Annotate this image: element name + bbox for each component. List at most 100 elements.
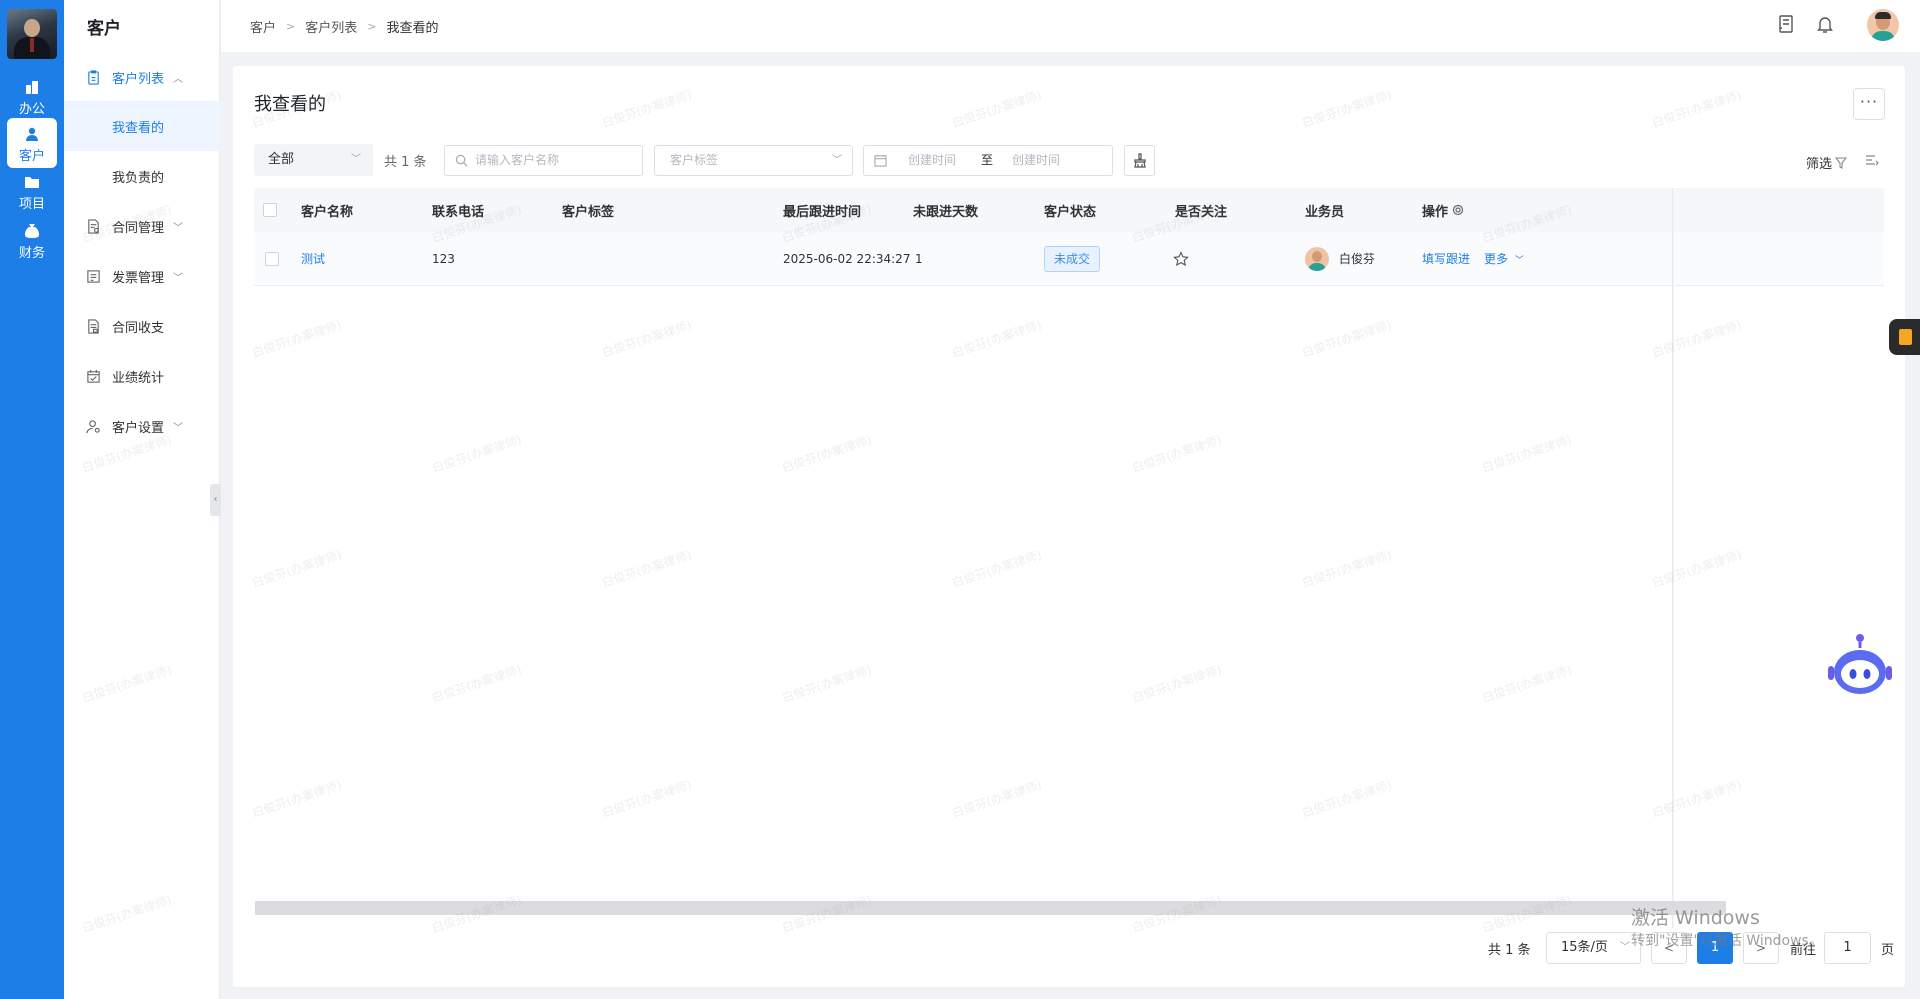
top-bar: 客户 > 客户列表 > 我查看的	[221, 0, 1920, 52]
date-end-placeholder: 创建时间	[1012, 153, 1061, 167]
invoice-icon	[87, 269, 100, 283]
goto-page-input[interactable]: 1	[1824, 932, 1871, 964]
follow-star-cell[interactable]	[1173, 232, 1189, 285]
sidebar-item-contract-finance[interactable]: 合同收支	[64, 301, 220, 351]
windows-activation-subtitle: 转到"设置"以激活 Windows。	[1631, 933, 1823, 949]
rail-item-project[interactable]: 项目	[7, 166, 57, 216]
column-header: 联系电话	[432, 204, 485, 220]
row-checkbox[interactable]	[265, 251, 279, 266]
column-header: 客户名称	[301, 204, 354, 220]
horizontal-scrollbar[interactable]	[255, 901, 1726, 915]
breadcrumb-item[interactable]: 客户	[250, 17, 276, 36]
chevron-right-icon: >	[286, 20, 296, 33]
customer-name-link[interactable]: 测试	[301, 232, 325, 285]
chevron-left-icon: ‹	[213, 494, 218, 505]
breadcrumb-item[interactable]: 客户列表	[305, 17, 357, 36]
chevron-down-icon: ﹀	[173, 222, 184, 234]
chevron-down-icon: ﹀	[1514, 256, 1524, 266]
created-date-range[interactable]: 创建时间 至 创建时间	[863, 145, 1113, 176]
sidebar-item-label: 发票管理	[112, 270, 165, 286]
app-logo	[7, 9, 57, 59]
column-header: 操作	[1422, 204, 1449, 220]
rail-item-label: 客户	[18, 149, 45, 164]
sidebar-item-label: 我负责的	[112, 170, 165, 186]
more-options-button[interactable]: ···	[1853, 88, 1885, 120]
sidebar-item-performance-stats[interactable]: 业绩统计	[64, 351, 220, 401]
project-icon	[25, 177, 39, 188]
scope-select-value: 全部	[268, 152, 295, 167]
chevron-up-icon: ︿	[173, 73, 184, 85]
broom-icon	[1134, 153, 1146, 168]
user-avatar[interactable]	[1867, 9, 1899, 41]
page-title: 我查看的	[254, 94, 326, 115]
rail-item-customer[interactable]: 客户	[7, 118, 57, 168]
star-icon[interactable]	[1173, 250, 1189, 267]
search-placeholder: 请输入客户名称	[475, 153, 560, 167]
column-settings-icon[interactable]	[1865, 153, 1879, 167]
column-header: 未跟进天数	[913, 204, 979, 220]
rail-item-label: 财务	[18, 246, 45, 261]
chevron-down-icon: ﹀	[173, 422, 184, 434]
row-checkbox-cell[interactable]	[265, 232, 279, 285]
sidebar-item-label: 客户列表	[112, 71, 165, 87]
column-header: 是否关注	[1175, 204, 1228, 220]
salesperson-name: 白俊芬	[1339, 252, 1376, 266]
contract-finance-icon	[88, 318, 99, 334]
assistant-robot-icon[interactable]	[1826, 632, 1894, 698]
bell-icon[interactable]	[1815, 14, 1835, 34]
calendar-icon	[87, 369, 100, 383]
customer-tag-select[interactable]: 客户标签 ﹀	[654, 145, 853, 176]
windows-activation-title: 激活 Windows	[1631, 907, 1760, 929]
search-icon	[455, 154, 468, 167]
customer-icon	[26, 127, 38, 141]
column-header-actions: 操作	[1422, 188, 1464, 232]
sidebar-item-customer-settings[interactable]: 客户设置 ﹀	[64, 401, 220, 451]
sidebar-item-viewed-by-me[interactable]: 我查看的	[64, 101, 220, 151]
more-actions-dropdown[interactable]: 更多 ﹀	[1484, 250, 1524, 267]
select-all-checkbox[interactable]	[263, 203, 277, 217]
sidebar-item-label: 业绩统计	[112, 370, 165, 386]
page-size-select[interactable]: 15条/页 ﹀	[1546, 932, 1641, 964]
actions-cell: 填写跟进 更多 ﹀	[1422, 232, 1524, 285]
table-header: 客户名称 联系电话 客户标签 最后跟进时间 未跟进天数 客户状态 是否关注 业务…	[254, 188, 1884, 232]
clipboard-icon	[88, 69, 99, 85]
rail-item-label: 办公	[18, 102, 45, 117]
sidebar-item-customer-list[interactable]: 客户列表 ︿	[64, 52, 220, 102]
chevron-down-icon: ﹀	[832, 155, 842, 166]
sidebar-item-label: 我查看的	[112, 120, 165, 136]
sidebar-item-label: 客户设置	[112, 420, 165, 436]
contract-icon	[88, 218, 99, 234]
sidebar-item-label: 合同收支	[112, 320, 165, 336]
select-all-checkbox-cell[interactable]	[263, 188, 277, 232]
finance-icon	[25, 224, 39, 238]
user-settings-icon	[86, 419, 100, 433]
customer-phone: 123	[432, 251, 455, 266]
sidebar-item-responsible-by-me[interactable]: 我负责的	[64, 151, 220, 201]
scope-select[interactable]: 全部 ﹀	[254, 144, 373, 176]
table-row: 测试 123 2025-06-02 22:34:27 1 未成交 白俊芬 填写跟…	[254, 232, 1884, 286]
side-plugin-tab[interactable]	[1889, 319, 1920, 355]
filter-icon	[1835, 156, 1848, 169]
filter-button[interactable]: 筛选	[1806, 153, 1848, 172]
breadcrumb-current: 我查看的	[386, 21, 439, 36]
rail-item-label: 项目	[18, 197, 45, 212]
main-card: 我查看的 ··· 全部 ﹀ 共 1 条 请输入客户名称 客户标签 ﹀ 创建时间 …	[233, 66, 1905, 987]
write-follow-up-link[interactable]: 填写跟进	[1422, 250, 1470, 267]
sidebar-title: 客户	[87, 19, 121, 39]
status-cell: 未成交	[1044, 232, 1101, 285]
result-count: 共 1 条	[384, 155, 427, 170]
sidebar-item-contract-management[interactable]: 合同管理 ﹀	[64, 201, 220, 251]
tag-placeholder: 客户标签	[670, 153, 719, 167]
sidebar-collapse-handle[interactable]: ‹	[210, 484, 221, 516]
sidebar-item-label: 合同管理	[112, 220, 165, 236]
rail-item-finance[interactable]: 财务	[7, 215, 57, 265]
gear-icon[interactable]	[1452, 204, 1464, 216]
customer-search-input[interactable]: 请输入客户名称	[444, 145, 643, 176]
sidebar-item-invoice-management[interactable]: 发票管理 ﹀	[64, 251, 220, 301]
notebook-icon[interactable]	[1776, 14, 1796, 34]
rail-item-office[interactable]: 办公	[7, 71, 57, 121]
filter-label: 筛选	[1806, 157, 1833, 172]
column-header: 客户标签	[562, 204, 615, 220]
clear-filters-button[interactable]	[1124, 145, 1155, 176]
plugin-icon	[1899, 329, 1912, 345]
